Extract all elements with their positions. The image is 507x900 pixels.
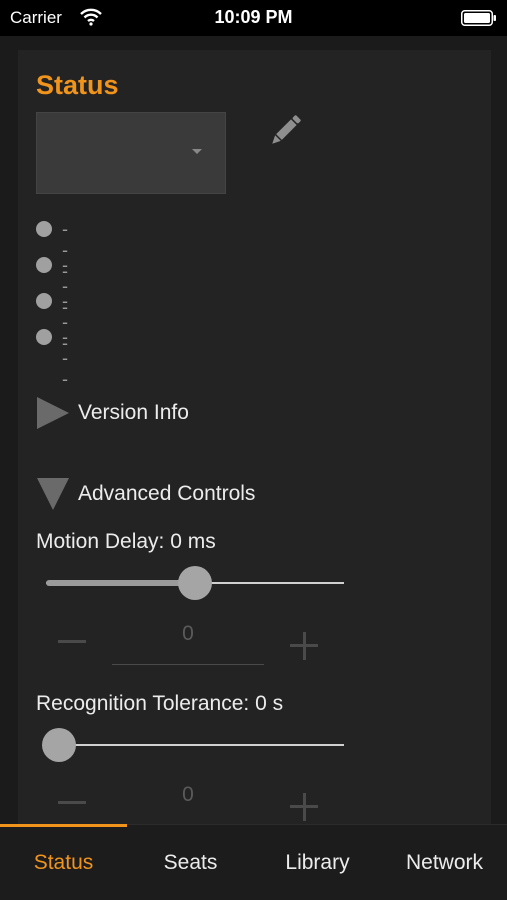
plus-icon-bar [302, 632, 306, 660]
tab-label: Library [285, 851, 350, 874]
status-dot-icon [36, 293, 52, 309]
minus-icon[interactable] [58, 640, 86, 643]
app-content: Status --- --- --- --- Version Info Adva… [0, 36, 507, 824]
tab-seats[interactable]: Seats [127, 825, 254, 900]
plus-icon-bar [302, 793, 306, 821]
ios-status-bar: Carrier 10:09 PM [0, 0, 507, 36]
status-dot-icon [36, 221, 52, 237]
triangle-down-icon [37, 478, 69, 510]
clock-time: 10:09 PM [214, 7, 293, 27]
active-tab-indicator [0, 824, 127, 827]
version-info-label: Version Info [78, 401, 189, 424]
tab-library[interactable]: Library [254, 825, 381, 900]
recognition-tolerance-stepper: 0 [58, 783, 318, 824]
motion-delay-label: Motion Delay: 0 ms [36, 530, 216, 553]
slider-fill [46, 580, 195, 586]
tab-label: Seats [163, 851, 218, 874]
tab-bar: Status Seats Library Network [0, 824, 507, 900]
advanced-controls-label: Advanced Controls [78, 482, 256, 505]
tab-label: Status [33, 851, 94, 874]
tab-network[interactable]: Network [381, 825, 507, 900]
motion-delay-stepper: 0 [58, 622, 318, 672]
caret-down-icon [192, 149, 202, 154]
tab-status[interactable]: Status [0, 824, 127, 900]
slider-track [46, 744, 344, 746]
tab-label: Network [405, 851, 484, 874]
slider-thumb[interactable] [178, 566, 212, 600]
slider-thumb[interactable] [42, 728, 76, 762]
status-panel: Status --- --- --- --- Version Info Adva… [18, 50, 491, 824]
motion-delay-value[interactable]: 0 [112, 622, 264, 646]
device-dropdown[interactable] [36, 112, 226, 194]
triangle-right-icon [37, 397, 69, 429]
value-underline [112, 664, 264, 665]
recognition-tolerance-label: Recognition Tolerance: 0 s [36, 692, 284, 715]
recognition-tolerance-slider[interactable] [42, 727, 344, 763]
page-title: Status [36, 70, 119, 100]
minus-icon[interactable] [58, 801, 86, 804]
status-dot-icon [36, 257, 52, 273]
status-dot-icon [36, 329, 52, 345]
battery-icon [461, 10, 496, 26]
recognition-tolerance-value[interactable]: 0 [112, 783, 264, 807]
status-item-text: --- [62, 327, 70, 389]
motion-delay-slider[interactable] [46, 565, 344, 601]
pencil-icon[interactable] [264, 110, 306, 152]
